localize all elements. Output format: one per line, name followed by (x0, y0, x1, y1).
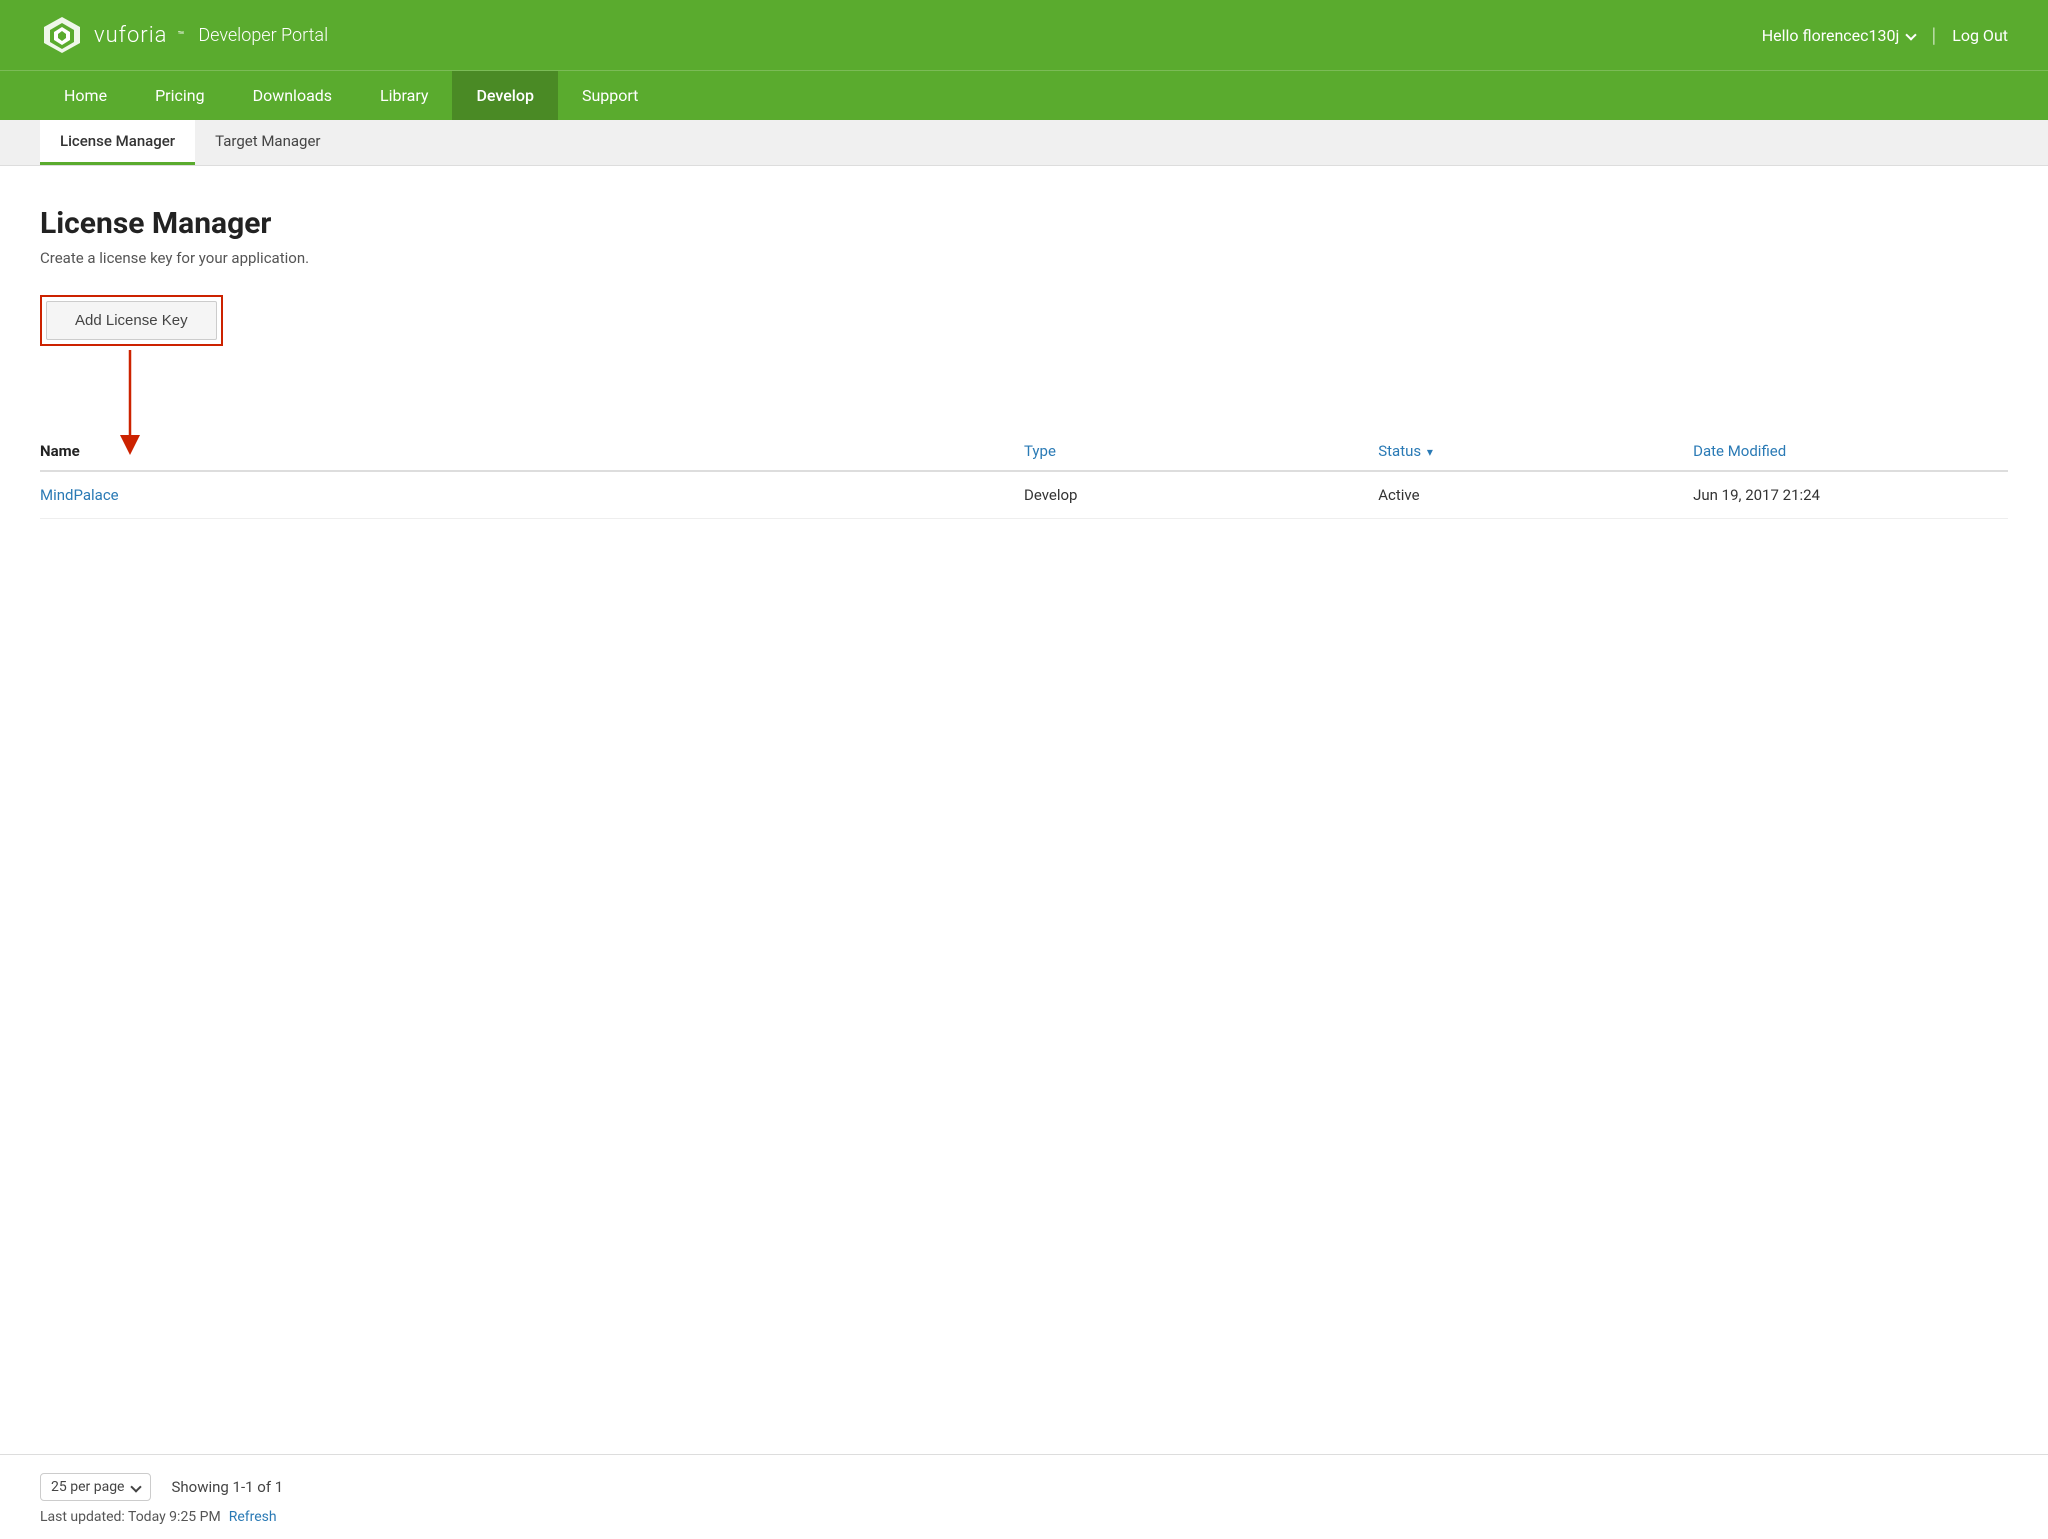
refresh-link[interactable]: Refresh (229, 1509, 277, 1525)
col-header-type[interactable]: Type (1024, 432, 1378, 471)
table-row: MindPalace Develop Active Jun 19, 2017 2… (40, 471, 2008, 519)
pagination-row: 25 per page Showing 1-1 of 1 (40, 1473, 2008, 1501)
footer-bar: 25 per page Showing 1-1 of 1 Last update… (0, 1454, 2048, 1539)
top-bar: vuforia ™ Developer Portal Hello florence… (0, 0, 2048, 70)
nav-item-develop[interactable]: Develop (452, 71, 557, 120)
nav-bar: Home Pricing Downloads Library Develop S… (0, 70, 2048, 120)
nav-item-pricing[interactable]: Pricing (131, 71, 229, 120)
license-table: Name Type Status ▾ Date Modified MindPal… (40, 432, 2008, 519)
status-sort-arrow: ▾ (1427, 445, 1433, 459)
brand-subtitle: Developer Portal (198, 25, 328, 46)
logo-area: vuforia ™ Developer Portal (40, 13, 328, 57)
user-dropdown-chevron (1906, 29, 1917, 40)
per-page-chevron (131, 1481, 142, 1492)
nav-item-downloads[interactable]: Downloads (229, 71, 356, 120)
col-header-date[interactable]: Date Modified (1693, 432, 2008, 471)
page-subtitle: Create a license key for your applicatio… (40, 249, 2008, 267)
page-title: License Manager (40, 206, 2008, 241)
table-body: MindPalace Develop Active Jun 19, 2017 2… (40, 471, 2008, 519)
last-updated-row: Last updated: Today 9:25 PM Refresh (40, 1509, 2008, 1525)
nav-item-support[interactable]: Support (558, 71, 662, 120)
row-status-cell: Active (1378, 471, 1693, 519)
vuforia-logo-icon (40, 13, 84, 57)
row-date-cell: Jun 19, 2017 21:24 (1693, 471, 2008, 519)
trademark: ™ (177, 29, 184, 42)
add-license-key-button[interactable]: Add License Key (46, 301, 217, 340)
main-content: License Manager Create a license key for… (0, 166, 2048, 1454)
last-updated-text: Last updated: Today 9:25 PM (40, 1509, 221, 1525)
user-area: Hello florencec130j | Log Out (1762, 23, 2008, 47)
col-header-status[interactable]: Status ▾ (1378, 432, 1693, 471)
tab-license-manager[interactable]: License Manager (40, 120, 195, 165)
user-greeting[interactable]: Hello florencec130j (1762, 26, 1916, 45)
tab-target-manager[interactable]: Target Manager (195, 120, 340, 165)
annotation-area: Add License Key (40, 295, 2008, 382)
brand-name: vuforia (94, 23, 167, 48)
annotation-arrow (120, 345, 230, 465)
per-page-select[interactable]: 25 per page (40, 1473, 151, 1501)
nav-item-library[interactable]: Library (356, 71, 452, 120)
per-page-label: 25 per page (51, 1479, 124, 1495)
sub-nav: License Manager Target Manager (0, 120, 2048, 166)
nav-item-home[interactable]: Home (40, 71, 131, 120)
greeting-text: Hello florencec130j (1762, 26, 1900, 45)
logout-link[interactable]: Log Out (1952, 26, 2008, 45)
row-name-link[interactable]: MindPalace (40, 486, 119, 504)
header-divider: | (1931, 23, 1936, 47)
showing-text: Showing 1-1 of 1 (171, 1478, 283, 1496)
table-header: Name Type Status ▾ Date Modified (40, 432, 2008, 471)
row-name-cell: MindPalace (40, 471, 1024, 519)
row-type-cell: Develop (1024, 471, 1378, 519)
add-key-button-wrapper: Add License Key (40, 295, 223, 346)
